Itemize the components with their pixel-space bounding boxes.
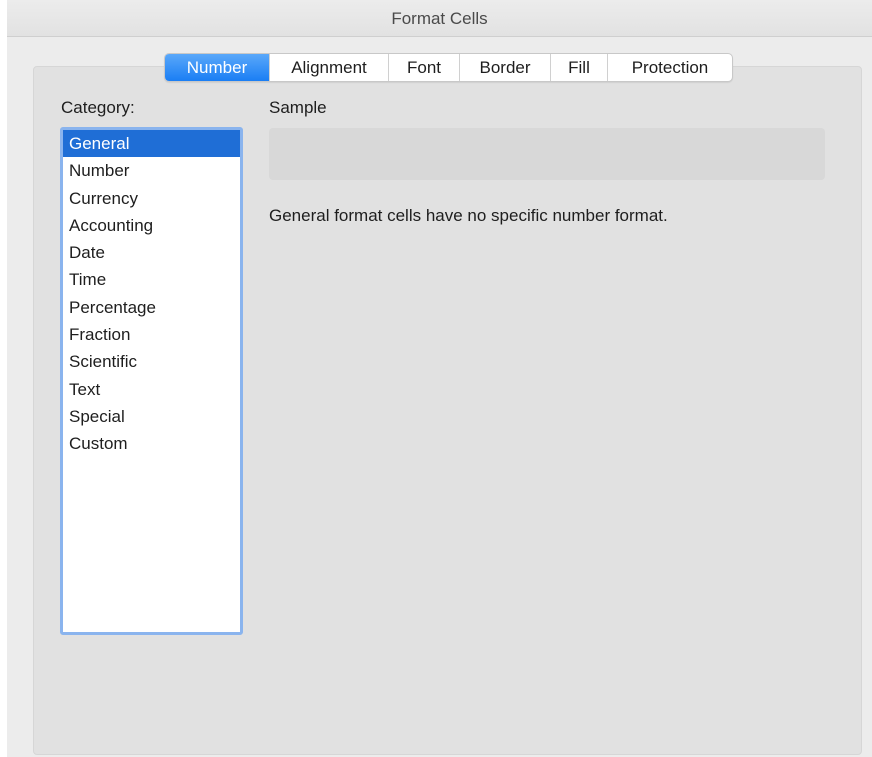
category-item-custom[interactable]: Custom bbox=[63, 430, 240, 457]
category-list[interactable]: General Number Currency Accounting Date … bbox=[60, 127, 243, 635]
tab-alignment[interactable]: Alignment bbox=[270, 54, 389, 81]
tab-number[interactable]: Number bbox=[165, 54, 270, 81]
category-item-currency[interactable]: Currency bbox=[63, 185, 240, 212]
category-item-number[interactable]: Number bbox=[63, 157, 240, 184]
sample-preview bbox=[269, 128, 825, 180]
tab-font[interactable]: Font bbox=[389, 54, 460, 81]
dialog-title: Format Cells bbox=[7, 0, 872, 37]
category-item-special[interactable]: Special bbox=[63, 403, 240, 430]
category-item-time[interactable]: Time bbox=[63, 266, 240, 293]
category-item-date[interactable]: Date bbox=[63, 239, 240, 266]
category-item-percentage[interactable]: Percentage bbox=[63, 294, 240, 321]
tab-fill[interactable]: Fill bbox=[551, 54, 608, 81]
category-item-scientific[interactable]: Scientific bbox=[63, 348, 240, 375]
tab-border[interactable]: Border bbox=[460, 54, 551, 81]
format-cells-dialog: Format Cells Number Alignment Font Borde… bbox=[7, 0, 872, 757]
sample-label: Sample bbox=[269, 98, 327, 117]
tab-protection[interactable]: Protection bbox=[608, 54, 732, 81]
category-item-general[interactable]: General bbox=[63, 130, 240, 158]
category-item-text[interactable]: Text bbox=[63, 376, 240, 403]
category-label: Category: bbox=[61, 98, 135, 117]
category-item-fraction[interactable]: Fraction bbox=[63, 321, 240, 348]
category-item-accounting[interactable]: Accounting bbox=[63, 212, 240, 239]
format-description: General format cells have no specific nu… bbox=[269, 206, 668, 225]
tab-bar: Number Alignment Font Border Fill Protec… bbox=[164, 53, 733, 82]
